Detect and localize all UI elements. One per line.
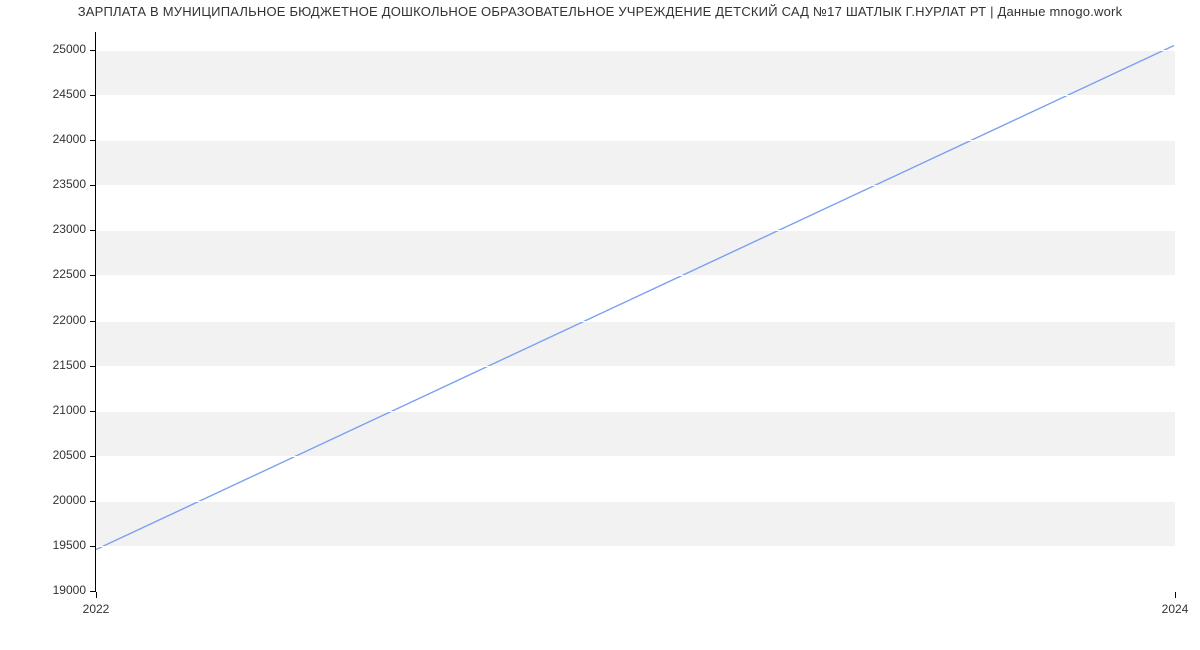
y-tick-label: 21500 bbox=[53, 358, 86, 372]
line-series bbox=[96, 32, 1175, 591]
y-tick-label: 24500 bbox=[53, 87, 86, 101]
y-tick: 25000 bbox=[96, 50, 1175, 51]
y-tick: 21500 bbox=[96, 366, 1175, 367]
y-tick: 23000 bbox=[96, 230, 1175, 231]
y-tick: 24500 bbox=[96, 95, 1175, 96]
y-tick-label: 20000 bbox=[53, 493, 86, 507]
y-tick: 19500 bbox=[96, 546, 1175, 547]
y-tick-label: 25000 bbox=[53, 42, 86, 56]
tick-mark bbox=[90, 501, 96, 502]
y-tick: 19000 bbox=[96, 591, 1175, 592]
tick-mark bbox=[90, 411, 96, 412]
tick-mark bbox=[90, 321, 96, 322]
x-tick-label: 2024 bbox=[1162, 602, 1189, 616]
y-tick: 20500 bbox=[96, 456, 1175, 457]
y-tick-label: 23500 bbox=[53, 177, 86, 191]
y-tick: 20000 bbox=[96, 501, 1175, 502]
data-line bbox=[96, 46, 1174, 550]
tick-mark bbox=[90, 50, 96, 51]
y-tick: 21000 bbox=[96, 411, 1175, 412]
y-tick: 23500 bbox=[96, 185, 1175, 186]
y-tick-label: 19000 bbox=[53, 583, 86, 597]
y-tick-label: 22500 bbox=[53, 267, 86, 281]
tick-mark bbox=[90, 366, 96, 367]
y-tick: 22000 bbox=[96, 321, 1175, 322]
y-tick-label: 19500 bbox=[53, 538, 86, 552]
tick-mark bbox=[96, 592, 97, 598]
plot-area: 19000 19500 20000 20500 21000 21500 22000 22500… bbox=[95, 32, 1175, 592]
chart-title: ЗАРПЛАТА В МУНИЦИПАЛЬНОЕ БЮДЖЕТНОЕ ДОШКО… bbox=[0, 4, 1200, 19]
y-tick: 24000 bbox=[96, 140, 1175, 141]
y-tick-label: 20500 bbox=[53, 448, 86, 462]
y-tick-label: 22000 bbox=[53, 313, 86, 327]
tick-mark bbox=[90, 456, 96, 457]
chart-container: ЗАРПЛАТА В МУНИЦИПАЛЬНОЕ БЮДЖЕТНОЕ ДОШКО… bbox=[0, 0, 1200, 650]
tick-mark bbox=[90, 95, 96, 96]
y-tick: 22500 bbox=[96, 275, 1175, 276]
tick-mark bbox=[90, 275, 96, 276]
tick-mark bbox=[1175, 592, 1176, 598]
tick-mark bbox=[90, 546, 96, 547]
y-tick-label: 24000 bbox=[53, 132, 86, 146]
tick-mark bbox=[90, 185, 96, 186]
tick-mark bbox=[90, 230, 96, 231]
y-tick-label: 21000 bbox=[53, 403, 86, 417]
y-tick-label: 23000 bbox=[53, 222, 86, 236]
tick-mark bbox=[90, 140, 96, 141]
x-tick-label: 2022 bbox=[83, 602, 110, 616]
